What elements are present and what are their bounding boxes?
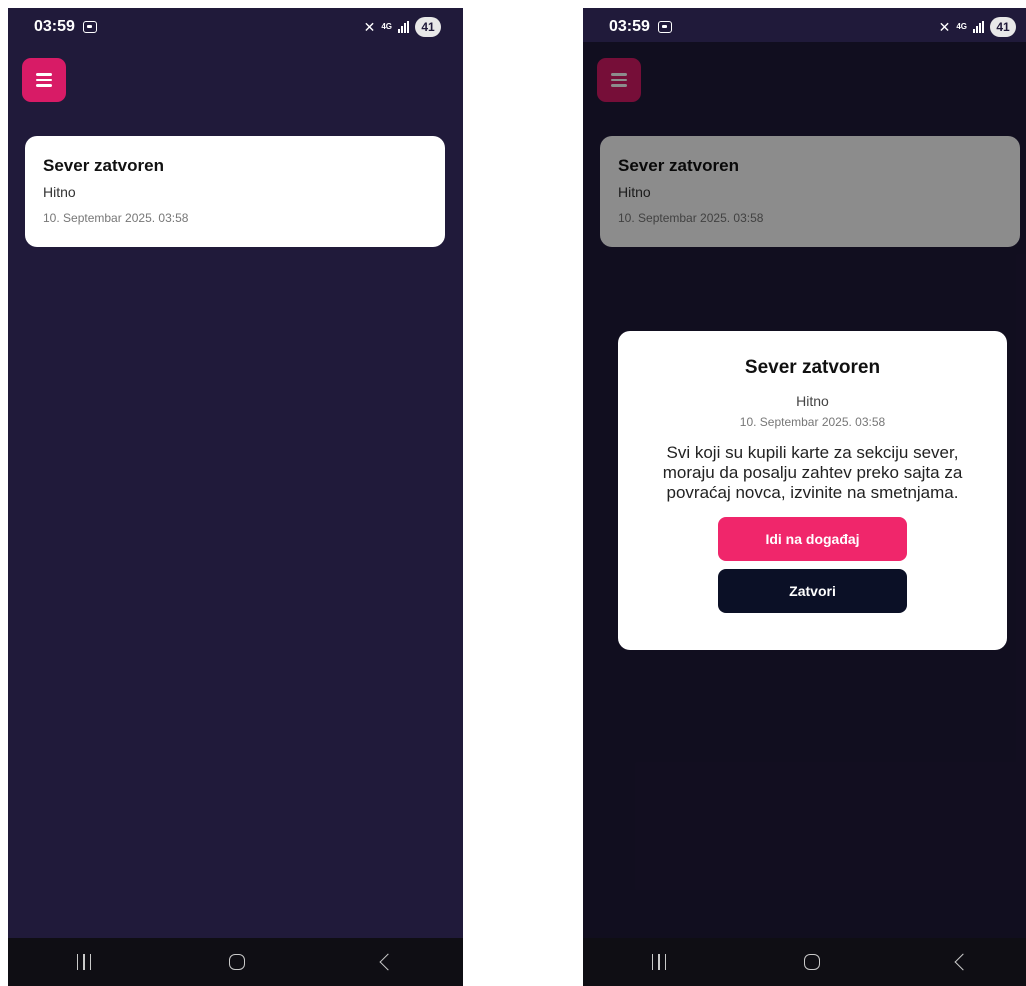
recent-apps-icon[interactable] [76, 954, 92, 970]
notification-title: Sever zatvoren [43, 156, 164, 175]
status-bar: 03:59 ✕ 4G 41 [8, 8, 463, 46]
menu-icon [36, 73, 52, 76]
system-nav-bar [8, 938, 463, 986]
notification-dialog: Sever zatvoren Hitno 10. Septembar 2025.… [618, 331, 1007, 650]
back-icon[interactable] [379, 953, 397, 971]
screenshot-icon [82, 21, 97, 33]
screenshot-icon [657, 21, 672, 33]
notification-tag: Hitno [43, 184, 76, 200]
dialog-title: Sever zatvoren [744, 357, 881, 378]
notification-card[interactable]: Sever zatvoren Hitno 10. Septembar 2025.… [25, 136, 445, 247]
phone-screen-list: 03:59 ✕ 4G 41 Sever zatvoren Hitno 10. S… [8, 8, 463, 986]
phone-screen-modal: 03:59 ✕ 4G 41 Sever zatvoren Hitno 10. S… [583, 8, 1026, 986]
system-nav-bar [583, 938, 1026, 986]
mute-icon: ✕ [363, 18, 376, 35]
home-icon[interactable] [228, 954, 245, 970]
status-time: 03:59 [609, 18, 650, 35]
close-button[interactable]: Zatvori [718, 569, 907, 613]
status-time: 03:59 [34, 18, 75, 35]
dialog-date: 10. Septembar 2025. 03:58 [739, 415, 886, 429]
network-type: 4G [381, 22, 392, 31]
back-icon[interactable] [954, 953, 972, 971]
go-to-event-button[interactable]: Idi na događaj [718, 517, 907, 561]
notification-date: 10. Septembar 2025. 03:58 [43, 211, 189, 225]
menu-button[interactable] [22, 58, 66, 102]
network-type: 4G [956, 22, 967, 31]
recent-apps-icon[interactable] [651, 954, 667, 970]
mute-icon: ✕ [938, 18, 951, 35]
signal-icon [973, 21, 984, 33]
status-bar: 03:59 ✕ 4G 41 [583, 8, 1026, 46]
signal-icon [398, 21, 409, 33]
battery-icon: 41 [990, 17, 1016, 37]
dialog-tag: Hitno [796, 393, 829, 409]
home-icon[interactable] [803, 954, 820, 970]
battery-icon: 41 [415, 17, 441, 37]
dialog-message: Svi koji su kupili karte za sekciju seve… [662, 443, 963, 502]
